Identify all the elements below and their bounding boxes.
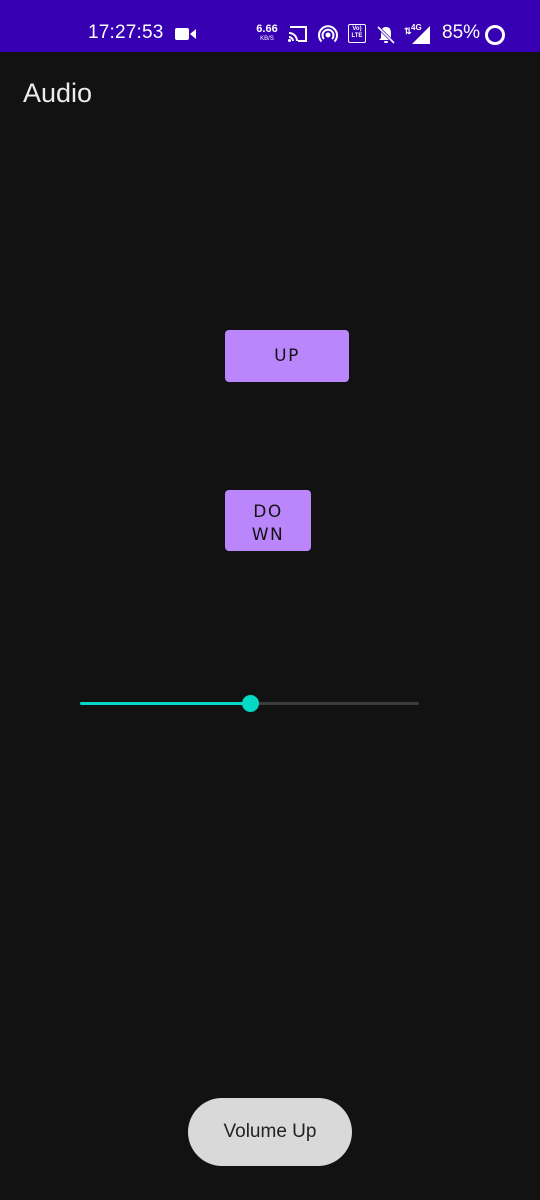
app-title: Audio <box>23 78 93 108</box>
volume-down-label-line2: WN <box>251 525 285 545</box>
status-bar: 17:27:53 6.66 KB/S Vo) LTE ⇅ 4G 85% <box>0 0 540 52</box>
hotspot-icon <box>318 25 338 43</box>
status-time: 17:27:53 <box>88 22 164 43</box>
toast-message: Volume Up <box>188 1098 352 1166</box>
volume-down-label-line1: DO <box>253 502 283 522</box>
slider-thumb[interactable] <box>242 695 259 712</box>
bell-off-icon <box>376 25 396 45</box>
slider-fill <box>80 702 250 705</box>
signal-icon <box>412 26 430 44</box>
volume-slider[interactable] <box>80 690 419 716</box>
battery-ring-icon <box>485 25 505 45</box>
net-speed-unit: KB/S <box>260 36 274 42</box>
net-speed: 6.66 KB/S <box>256 23 278 43</box>
volume-up-button[interactable]: UP <box>225 330 349 382</box>
video-record-icon <box>175 28 196 40</box>
volume-down-button[interactable]: DO WN <box>225 490 311 551</box>
net-speed-value: 6.66 <box>256 23 278 35</box>
volte-icon: Vo) LTE <box>348 24 366 43</box>
screen: 17:27:53 6.66 KB/S Vo) LTE ⇅ 4G 85% Audi… <box>0 0 540 1200</box>
cast-icon <box>288 26 307 42</box>
battery-percent: 85% <box>442 22 481 43</box>
